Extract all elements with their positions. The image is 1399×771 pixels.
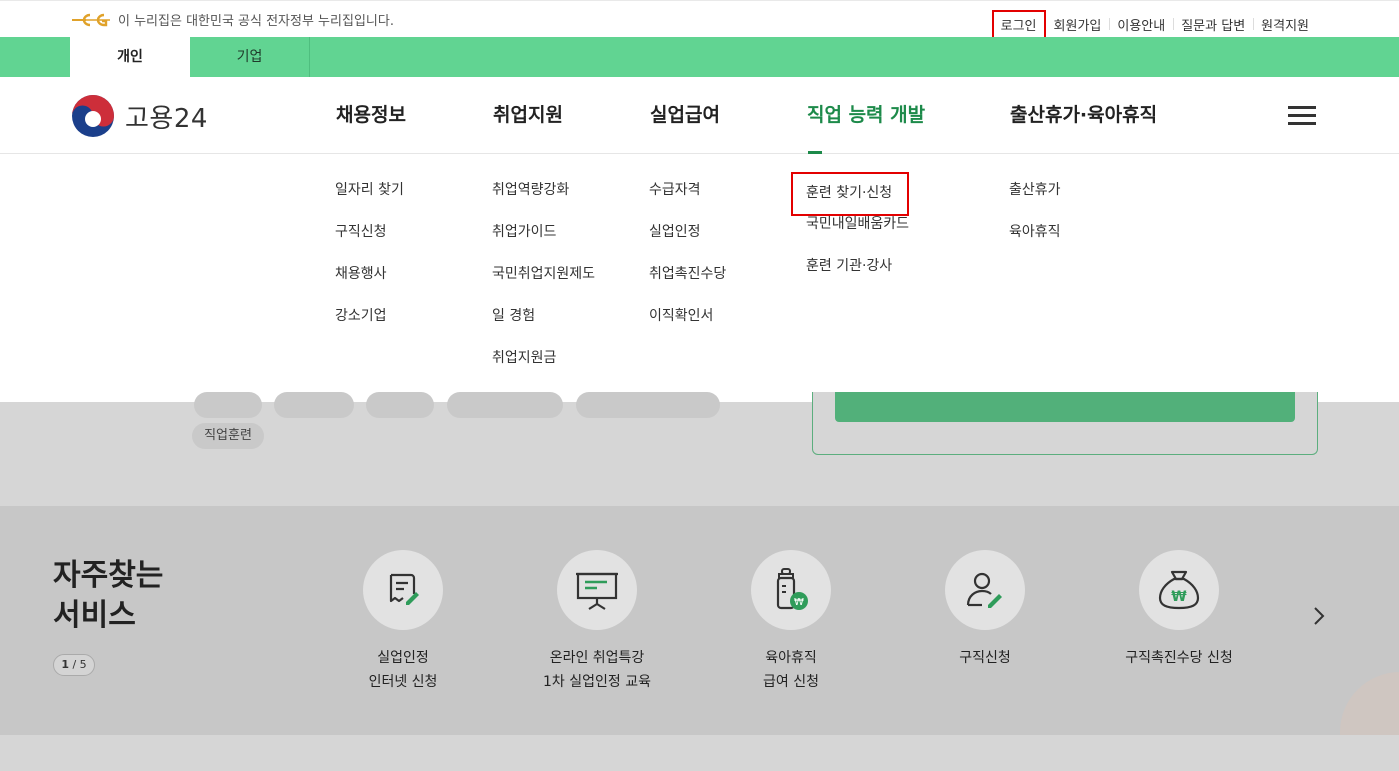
pager-total: 5: [79, 658, 87, 671]
services-title-line1: 자주찾는: [53, 558, 164, 593]
menu-item-capability[interactable]: 취업역량강화: [492, 180, 595, 222]
service-parental-leave-benefit[interactable]: ₩ 육아휴직 급여 신청: [701, 550, 881, 694]
menu-item-national-support[interactable]: 국민취업지원제도: [492, 264, 595, 306]
menu-item-maternity-leave[interactable]: 출산휴가: [1009, 180, 1061, 222]
menu-item-learning-card[interactable]: 국민내일배움카드: [806, 214, 909, 256]
main-header: 고용24 채용정보 취업지원 실업급여 직업 능력 개발 출산휴가·육아휴직: [0, 77, 1399, 154]
mega-col-recruit: 일자리 찾기 구직신청 채용행사 강소기업: [335, 180, 404, 348]
keyword-pill[interactable]: [194, 392, 262, 418]
services-title-line2: 서비스: [53, 598, 136, 633]
tab-personal[interactable]: 개인: [70, 37, 190, 77]
gnb-recruit-info[interactable]: 채용정보: [336, 77, 406, 154]
money-bag-won-icon: ₩: [1158, 570, 1200, 610]
service-label-line2: 인터넷 신청: [368, 674, 438, 690]
service-icon-circle: [945, 550, 1025, 630]
login-button[interactable]: [835, 392, 1295, 422]
person-pen-icon: [966, 572, 1002, 608]
menu-item-unemployment-recognition[interactable]: 실업인정: [649, 222, 726, 264]
service-label-line1: 온라인 취업특강: [549, 650, 645, 666]
menu-item-job-fair[interactable]: 채용행사: [335, 264, 404, 306]
menu-item-job-search[interactable]: 일자리 찾기: [335, 180, 404, 222]
service-label-line1: 육아휴직: [765, 650, 817, 666]
svg-text:₩: ₩: [794, 597, 804, 608]
keyword-pill[interactable]: [274, 392, 354, 418]
guide-link[interactable]: 이용안내: [1109, 15, 1173, 34]
menu-hamburger-icon[interactable]: [1288, 106, 1316, 126]
site-logo[interactable]: 고용24: [71, 94, 208, 138]
menu-item-training-search-apply[interactable]: 훈련 찾기·신청: [791, 172, 910, 216]
presentation-board-icon: [576, 572, 618, 610]
keyword-pill-training[interactable]: 직업훈련: [192, 423, 264, 449]
remote-support-link[interactable]: 원격지원: [1253, 15, 1317, 34]
service-icon-circle: ₩: [1139, 550, 1219, 630]
user-type-tabs: 개인 기업: [0, 37, 1399, 77]
service-label-line2: 급여 신청: [763, 674, 819, 690]
keyword-pill[interactable]: [366, 392, 434, 418]
service-icon-circle: [557, 550, 637, 630]
menu-item-subsidy[interactable]: 취업지원금: [492, 348, 595, 390]
menu-item-work-experience[interactable]: 일 경험: [492, 306, 595, 348]
gnb-vocational-training[interactable]: 직업 능력 개발: [807, 77, 925, 154]
utility-links: 로그인 회원가입 이용안내 질문과 답변 원격지원: [991, 10, 1317, 39]
keyword-pill[interactable]: [576, 392, 720, 418]
mega-col-training: 훈련 찾기·신청 국민내일배움카드 훈련 기관·강사: [791, 172, 910, 298]
service-job-application[interactable]: 구직신청: [895, 550, 1075, 670]
service-label-line1: 구직촉진수당 신청: [1125, 650, 1233, 666]
mega-menu-dropdown: 일자리 찾기 구직신청 채용행사 강소기업 취업역량강화 취업가이드 국민취업지…: [0, 154, 1399, 402]
service-label-line1: 구직신청: [959, 650, 1011, 666]
menu-item-guide[interactable]: 취업가이드: [492, 222, 595, 264]
service-unemployment-recognition[interactable]: 실업인정 인터넷 신청: [313, 550, 493, 694]
decorative-circle: [1340, 672, 1399, 735]
menu-item-job-application[interactable]: 구직신청: [335, 222, 404, 264]
gnb-employment-support[interactable]: 취업지원: [493, 77, 563, 154]
keyword-pill[interactable]: [447, 392, 563, 418]
menu-item-separation-certificate[interactable]: 이직확인서: [649, 306, 726, 348]
service-online-lecture[interactable]: 온라인 취업특강 1차 실업인정 교육: [507, 550, 687, 694]
gov-notice-text: 이 누리집은 대한민국 공식 전자정부 누리집입니다.: [118, 14, 394, 29]
service-icon-circle: [363, 550, 443, 630]
mega-col-leave: 출산휴가 육아휴직: [1009, 180, 1061, 264]
services-title: 자주찾는 서비스: [53, 556, 163, 636]
menu-item-eligibility[interactable]: 수급자격: [649, 180, 726, 222]
gnb-maternity-parental-leave[interactable]: 출산휴가·육아휴직: [1010, 77, 1157, 154]
baby-bottle-won-icon: ₩: [776, 568, 808, 610]
mega-col-unemployment: 수급자격 실업인정 취업촉진수당 이직확인서: [649, 180, 726, 348]
gnb-unemployment-benefit[interactable]: 실업급여: [650, 77, 720, 154]
signup-link[interactable]: 회원가입: [1046, 15, 1110, 34]
service-job-promotion-allowance[interactable]: ₩ 구직촉진수당 신청: [1089, 550, 1269, 670]
login-link[interactable]: 로그인: [991, 10, 1046, 39]
services-pager: 1 / 5: [53, 654, 95, 676]
service-label-line1: 실업인정: [377, 650, 429, 666]
menu-item-parental-leave[interactable]: 육아휴직: [1009, 222, 1061, 264]
pager-current: 1: [61, 658, 69, 671]
taegeuk-logo-icon: [72, 95, 114, 137]
service-label-line2: 1차 실업인정 교육: [543, 674, 651, 690]
utility-bar: 이 누리집은 대한민국 공식 전자정부 누리집입니다. 로그인 회원가입 이용안…: [0, 0, 1399, 39]
mega-col-employment-support: 취업역량강화 취업가이드 국민취업지원제도 일 경험 취업지원금: [492, 180, 595, 390]
menu-item-small-giants[interactable]: 강소기업: [335, 306, 404, 348]
menu-item-training-institution[interactable]: 훈련 기관·강사: [806, 256, 909, 298]
document-pen-icon: [389, 573, 419, 605]
brand-name: 고용24: [125, 103, 208, 134]
chevron-right-icon[interactable]: [1310, 604, 1328, 628]
qna-link[interactable]: 질문과 답변: [1173, 15, 1253, 34]
tab-company[interactable]: 기업: [190, 37, 310, 77]
gov-notice: 이 누리집은 대한민국 공식 전자정부 누리집입니다.: [70, 10, 394, 29]
page-bottom-area: [0, 735, 1399, 771]
service-icon-circle: ₩: [751, 550, 831, 630]
svg-text:₩: ₩: [1171, 589, 1187, 605]
frequent-services: 자주찾는 서비스 1 / 5 실업인정 인터넷 신청 온라인 취업특강 1차 실…: [0, 506, 1399, 735]
egov-logo-icon: [72, 13, 110, 26]
menu-item-promotion-allowance[interactable]: 취업촉진수당: [649, 264, 726, 306]
